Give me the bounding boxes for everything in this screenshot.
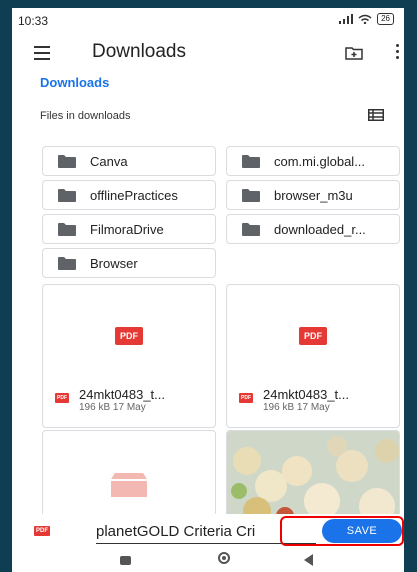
file-card[interactable]: PDF PDF 24mkt0483_t... 196 kB 17 May bbox=[226, 284, 400, 428]
phone-screen: 10:33 26 Downloads Downloads Files in do… bbox=[12, 8, 404, 572]
folder-item[interactable]: offlinePractices bbox=[42, 180, 216, 210]
status-icons: 26 bbox=[339, 13, 394, 25]
pdf-icon: PDF bbox=[115, 327, 143, 345]
recents-icon[interactable] bbox=[120, 556, 131, 565]
home-icon[interactable] bbox=[218, 552, 230, 564]
pdf-file-icon: PDF bbox=[55, 393, 69, 403]
folder-icon bbox=[242, 188, 260, 202]
folder-icon bbox=[58, 154, 76, 168]
folder-icon bbox=[242, 222, 260, 236]
file-details: 196 kB 17 May bbox=[263, 402, 330, 413]
more-options-icon[interactable] bbox=[396, 44, 399, 62]
folder-item[interactable]: com.mi.global... bbox=[226, 146, 400, 176]
folder-name: FilmoraDrive bbox=[90, 221, 164, 237]
system-navigation-bar bbox=[12, 548, 404, 572]
signal-icon bbox=[339, 14, 354, 24]
folder-item[interactable]: Canva bbox=[42, 146, 216, 176]
folder-icon bbox=[242, 154, 260, 168]
battery-icon: 26 bbox=[377, 13, 394, 25]
folder-item[interactable]: downloaded_r... bbox=[226, 214, 400, 244]
folder-item[interactable]: browser_m3u bbox=[226, 180, 400, 210]
folder-icon bbox=[58, 256, 76, 270]
folder-item[interactable]: Browser bbox=[42, 248, 216, 278]
pdf-file-icon: PDF bbox=[239, 393, 253, 403]
folder-icon bbox=[58, 222, 76, 236]
folder-item[interactable]: FilmoraDrive bbox=[42, 214, 216, 244]
folder-name: com.mi.global... bbox=[274, 153, 366, 169]
folder-icon bbox=[58, 188, 76, 202]
pdf-icon: PDF bbox=[299, 327, 327, 345]
file-details: 196 kB 17 May bbox=[79, 402, 146, 413]
page-title: Downloads bbox=[92, 41, 186, 62]
section-label: Files in downloads bbox=[40, 110, 131, 122]
file-name: 24mkt0483_t... bbox=[263, 387, 349, 402]
folder-name: Browser bbox=[90, 255, 138, 271]
file-card[interactable]: PDF PDF 24mkt0483_t... 196 kB 17 May bbox=[42, 284, 216, 428]
list-view-icon[interactable] bbox=[368, 109, 384, 121]
file-name: 24mkt0483_t... bbox=[79, 387, 165, 402]
new-folder-icon[interactable] bbox=[345, 46, 363, 60]
app-bar: Downloads bbox=[12, 36, 404, 72]
breadcrumb[interactable]: Downloads bbox=[40, 75, 109, 90]
file-meta: PDF 24mkt0483_t... 196 kB 17 May bbox=[55, 387, 165, 413]
save-button[interactable]: SAVE bbox=[322, 519, 402, 543]
back-icon[interactable] bbox=[304, 554, 313, 566]
file-thumbnail: PDF bbox=[227, 285, 399, 385]
file-thumbnail: PDF bbox=[43, 285, 215, 385]
wifi-icon bbox=[358, 14, 372, 24]
folder-name: Canva bbox=[90, 153, 128, 169]
folder-name: downloaded_r... bbox=[274, 221, 366, 237]
status-time: 10:33 bbox=[18, 14, 49, 28]
menu-icon[interactable] bbox=[34, 46, 50, 64]
folder-name: browser_m3u bbox=[274, 187, 353, 203]
folder-name: offlinePractices bbox=[90, 187, 178, 203]
save-bar: PDF SAVE bbox=[12, 514, 404, 548]
file-meta: PDF 24mkt0483_t... 196 kB 17 May bbox=[239, 387, 349, 413]
pdf-file-icon: PDF bbox=[34, 526, 50, 536]
status-bar: 10:33 26 bbox=[12, 8, 404, 34]
video-icon bbox=[111, 473, 147, 497]
